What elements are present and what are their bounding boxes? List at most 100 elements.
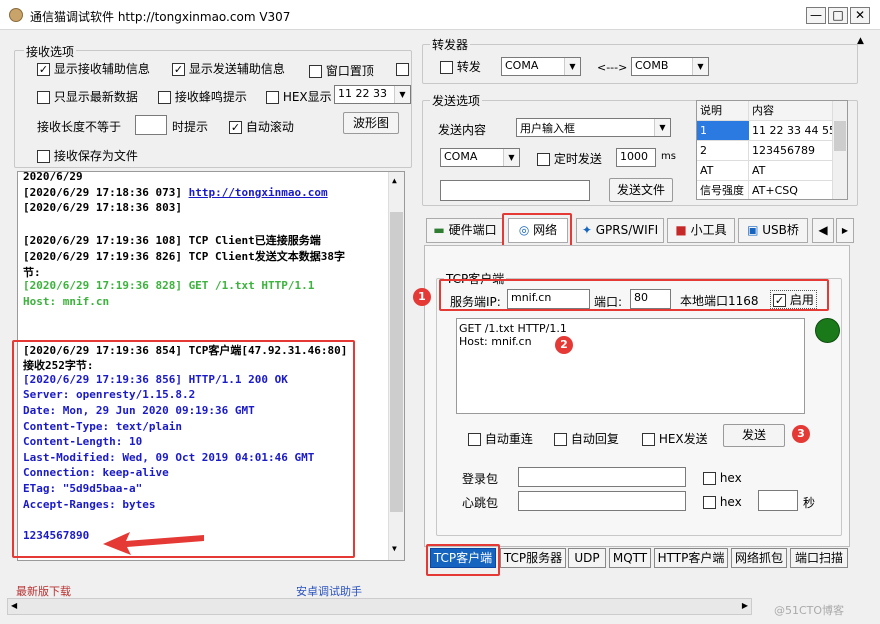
seconds-label: 秒 (803, 496, 816, 510)
tab-port-scan[interactable]: 端口扫描 (790, 548, 848, 568)
tab-tools[interactable]: ■ 小工具 (667, 218, 735, 243)
checkbox[interactable] (642, 433, 655, 446)
auto-reply-option[interactable]: 自动回复 (554, 430, 619, 447)
table-cell[interactable]: AT+CSQ (749, 181, 833, 199)
table-cell[interactable]: AT (749, 161, 833, 181)
checkbox[interactable] (37, 150, 50, 163)
log-scrollbar[interactable]: ▲ ▼ (388, 172, 404, 560)
tab-mqtt[interactable]: MQTT (609, 548, 651, 568)
tab-gprs-wifi[interactable]: ✦ GPRS/WIFI (576, 218, 664, 243)
login-packet-input[interactable] (518, 467, 686, 487)
waveform-button[interactable]: 波形图 (343, 112, 399, 134)
send-interval-input[interactable]: 1000 (616, 148, 656, 167)
table-cell[interactable]: 2 (697, 141, 749, 161)
table-cell[interactable]: 1 (697, 121, 749, 141)
window-top-option[interactable]: 窗口置顶 (309, 62, 374, 79)
table-header: 说明 (697, 101, 749, 121)
watermark: @51CTO博客 (774, 604, 845, 617)
checkbox[interactable] (537, 153, 550, 166)
checkbox[interactable] (309, 65, 322, 78)
auto-reconnect-option[interactable]: 自动重连 (468, 430, 533, 447)
latest-download-link[interactable]: 最新版下载 (16, 583, 71, 599)
tab-tcp-server[interactable]: TCP服务器 (500, 548, 566, 568)
badge-3: 3 (792, 425, 810, 443)
tab-usb-bridge[interactable]: ▣ USB桥 (738, 218, 808, 243)
table-cell[interactable]: AT (697, 161, 749, 181)
enable-option[interactable]: ✓ 启用 (770, 290, 817, 309)
server-ip-input[interactable]: mnif.cn (507, 289, 590, 309)
heartbeat-input[interactable] (518, 491, 686, 511)
heartbeat-hex-option[interactable]: hex (703, 495, 742, 509)
tab-scroll-left[interactable]: ◀ (812, 218, 834, 243)
checkbox[interactable] (554, 433, 567, 446)
log-line: [2020/6/29 17:19:36 826] TCP Client发送文本数… (23, 250, 346, 263)
maximize-button[interactable]: □ (828, 7, 848, 24)
scroll-thumb[interactable] (390, 212, 403, 512)
show-recv-aux-option[interactable]: ✓ 显示接收辅助信息 (37, 60, 150, 77)
timed-send-option[interactable]: 定时发送 (537, 150, 602, 167)
scroll-right-icon[interactable]: ▶ (742, 601, 748, 610)
table-header: 内容 (749, 101, 833, 121)
heartbeat-interval-input[interactable] (758, 490, 798, 511)
com-b-select[interactable]: COMB ▼ (631, 57, 709, 76)
login-hex-option[interactable]: hex (703, 471, 742, 485)
android-helper-link[interactable]: 安卓调试助手 (296, 583, 362, 599)
horizontal-scrollbar[interactable]: ◀ ▶ (7, 598, 752, 615)
checkbox[interactable] (158, 91, 171, 104)
scroll-left-icon[interactable]: ◀ (11, 601, 17, 610)
table-cell[interactable]: 信号强度 (697, 181, 749, 199)
checkbox[interactable] (468, 433, 481, 446)
right-scrollbar[interactable] (858, 50, 874, 580)
send-button[interactable]: 发送 (723, 424, 785, 447)
checkbox[interactable]: ✓ (773, 294, 786, 307)
close-button[interactable]: ✕ (850, 7, 870, 24)
scroll-up-icon[interactable]: ▲ (392, 176, 397, 185)
checkbox[interactable] (396, 63, 409, 76)
send-file-input[interactable] (440, 180, 590, 201)
only-latest-option[interactable]: 只显示最新数据 (37, 88, 138, 105)
table-cell[interactable]: 123456789 (749, 141, 833, 161)
scroll-down-icon[interactable]: ▼ (392, 544, 397, 553)
recv-length-input[interactable] (135, 115, 167, 135)
hex-sample-select[interactable]: 11 22 33 ▼ (334, 85, 411, 104)
server-ip-label: 服务端IP: (450, 295, 501, 309)
scroll-up-icon[interactable]: ▲ (857, 36, 872, 51)
send-content-label: 发送内容 (438, 123, 487, 137)
checkbox[interactable]: ✓ (229, 121, 242, 134)
port-label: 端口: (594, 295, 623, 309)
checkbox[interactable] (440, 61, 453, 74)
send-content-select[interactable]: 用户输入框 ▼ (516, 118, 671, 137)
recv-beep-option[interactable]: 接收蜂鸣提示 (158, 88, 247, 105)
tab-packet-capture[interactable]: 网络抓包 (731, 548, 787, 568)
com-a-select[interactable]: COMA ▼ (501, 57, 581, 76)
port-input[interactable]: 80 (630, 289, 671, 309)
auto-scroll-option[interactable]: ✓ 自动滚动 (229, 118, 294, 135)
checkbox[interactable] (37, 91, 50, 104)
tab-hardware-port[interactable]: ▬ 硬件端口 (426, 218, 504, 243)
tab-udp[interactable]: UDP (568, 548, 606, 568)
log-link[interactable]: http://tongxinmao.com (189, 186, 328, 199)
arrow-annotation-icon (103, 532, 204, 555)
checkbox[interactable] (703, 472, 716, 485)
checkbox[interactable] (703, 496, 716, 509)
send-file-button[interactable]: 发送文件 (609, 178, 673, 202)
extra-option[interactable] (396, 62, 409, 76)
minimize-button[interactable]: — (806, 7, 826, 24)
forward-option[interactable]: 转发 (440, 58, 481, 75)
checkbox[interactable]: ✓ (172, 63, 185, 76)
scroll-thumb[interactable] (834, 121, 846, 151)
table-scrollbar[interactable] (832, 101, 847, 199)
checkbox[interactable]: ✓ (37, 63, 50, 76)
forwarder-label: 转发器 (430, 36, 471, 53)
tab-scroll-right[interactable]: ▶ (836, 218, 854, 243)
hex-send-option[interactable]: HEX发送 (642, 430, 708, 447)
heartbeat-label: 心跳包 (462, 496, 499, 510)
hex-show-option[interactable]: HEX显示 (266, 88, 332, 105)
table-cell[interactable]: 11 22 33 44 55 (749, 121, 836, 141)
checkbox[interactable] (266, 91, 279, 104)
tab-http-client[interactable]: HTTP客户端 (654, 548, 728, 568)
save-to-file-option[interactable]: 接收保存为文件 (37, 147, 138, 164)
show-send-aux-option[interactable]: ✓ 显示发送辅助信息 (172, 60, 285, 77)
send-message-textarea[interactable]: GET /1.txt HTTP/1.1 Host: mnif.cn (456, 318, 805, 414)
send-com-select[interactable]: COMA ▼ (440, 148, 520, 167)
